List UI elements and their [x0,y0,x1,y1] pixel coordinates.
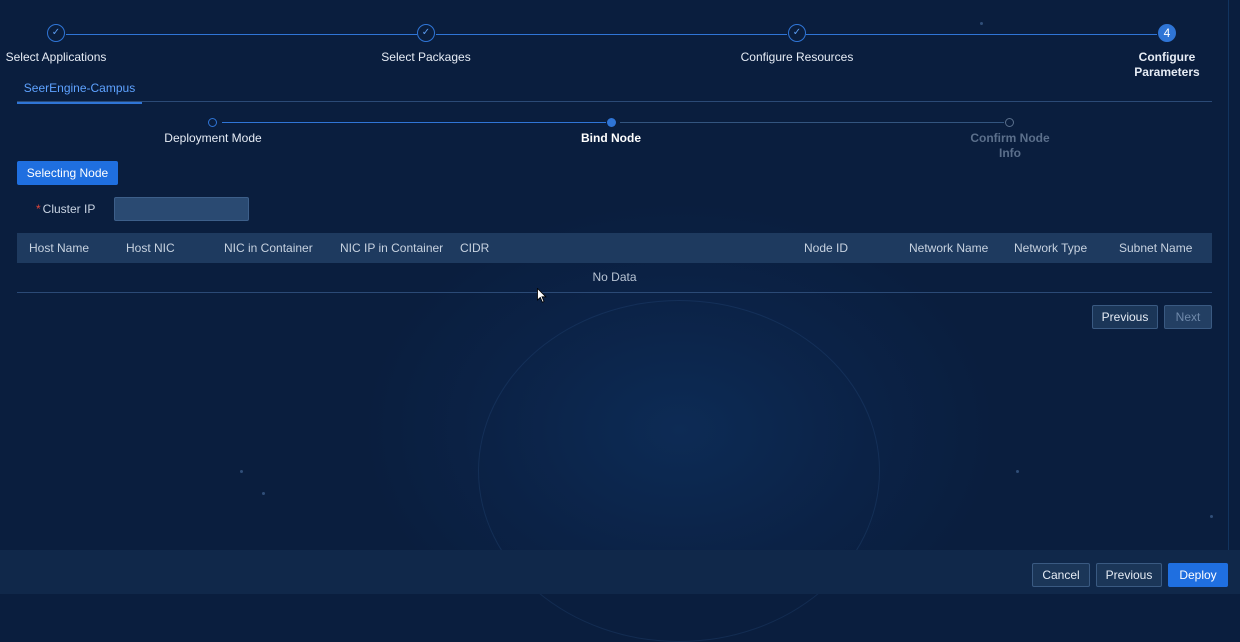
step-number-badge: 4 [1158,24,1176,42]
no-data-text: No Data [592,270,637,284]
substep-pending-dot [1005,118,1014,127]
column-subnet-name[interactable]: Subnet Name [1119,233,1192,263]
check-icon: ✓ [417,24,435,42]
table-previous-button[interactable]: Previous [1092,305,1158,329]
step-label-configure-parameters: Configure Parameters [1134,50,1200,79]
deploy-button[interactable]: Deploy [1168,563,1228,587]
step-connector [66,34,417,35]
substep-connector [222,122,606,123]
substep-label-deployment-mode: Deployment Mode [164,131,262,145]
column-network-name[interactable]: Network Name [909,233,988,263]
required-mark: * [36,202,41,216]
table-header: Host Name Host NIC NIC in Container NIC … [17,233,1212,263]
substep-label-confirm-node-info: Confirm Node Info [970,131,1050,160]
column-nic-ip-in-container[interactable]: NIC IP in Container [340,233,443,263]
substep-done-dot [208,118,217,127]
table-next-button[interactable]: Next [1164,305,1212,329]
column-network-type[interactable]: Network Type [1014,233,1087,263]
background-star [240,470,243,473]
node-table: Host Name Host NIC NIC in Container NIC … [17,233,1212,293]
previous-button[interactable]: Previous [1096,563,1162,587]
step-connector [436,34,787,35]
background-star [262,492,265,495]
cluster-ip-label: * Cluster IP [36,202,95,216]
selecting-node-button[interactable]: Selecting Node [17,161,118,185]
wizard-stepper: ✓ ✓ ✓ 4 Select Applications Select Packa… [0,24,1240,84]
step-label-select-packages: Select Packages [381,50,471,64]
substep-active-dot [607,118,616,127]
mouse-pointer-icon [537,288,547,303]
substep-connector [620,122,1004,123]
cancel-button[interactable]: Cancel [1032,563,1090,587]
column-node-id[interactable]: Node ID [804,233,848,263]
cluster-ip-input[interactable] [114,197,249,221]
step-connector [806,34,1157,35]
table-body: No Data [17,263,1212,293]
tab-divider [17,101,1212,102]
background-star [1016,470,1019,473]
step-label-configure-resources: Configure Resources [740,50,854,64]
column-nic-in-container[interactable]: NIC in Container [224,233,313,263]
background-star [1210,515,1213,518]
column-host-name[interactable]: Host Name [29,233,89,263]
substep-label-bind-node: Bind Node [581,131,641,145]
step-label-select-applications: Select Applications [5,50,107,64]
check-icon: ✓ [788,24,806,42]
column-host-nic[interactable]: Host NIC [126,233,175,263]
check-icon: ✓ [47,24,65,42]
column-cidr[interactable]: CIDR [460,233,489,263]
cluster-ip-label-text: Cluster IP [42,202,96,216]
